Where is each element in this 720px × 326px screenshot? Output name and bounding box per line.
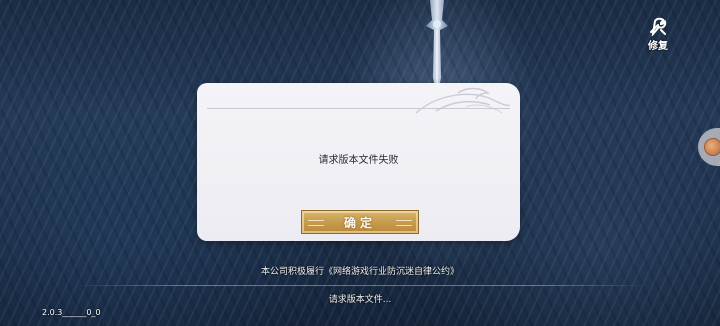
repair-button[interactable]: 修复	[640, 16, 676, 52]
confirm-button-label: 确定	[343, 215, 376, 230]
dialog-divider	[207, 108, 510, 109]
anti-addiction-notice: 本公司积极履行《网络游戏行业防沉迷自律公约》	[260, 267, 459, 277]
repair-icon	[650, 17, 667, 36]
cloud-ornament-icon	[415, 87, 511, 114]
button-ornament-right	[396, 220, 412, 226]
button-ornament-left	[308, 220, 324, 226]
loading-status-text: 请求版本文件...	[328, 295, 392, 305]
confirm-button[interactable]: 确定	[301, 210, 419, 234]
loading-progress-track	[70, 285, 650, 286]
assistant-avatar-icon	[704, 138, 720, 156]
error-dialog: 请求版本文件失败 确定	[197, 83, 520, 241]
game-launch-screen: 修复 请求版本文件失败 确定 本公司积极履行《网络游戏行业防沉迷自律公约》 请求…	[0, 0, 720, 326]
dialog-message: 请求版本文件失败	[318, 155, 399, 166]
floating-assistant-handle[interactable]	[698, 128, 720, 166]
repair-label: 修复	[648, 41, 668, 52]
version-label: 2.0.3______0_0	[42, 308, 101, 317]
